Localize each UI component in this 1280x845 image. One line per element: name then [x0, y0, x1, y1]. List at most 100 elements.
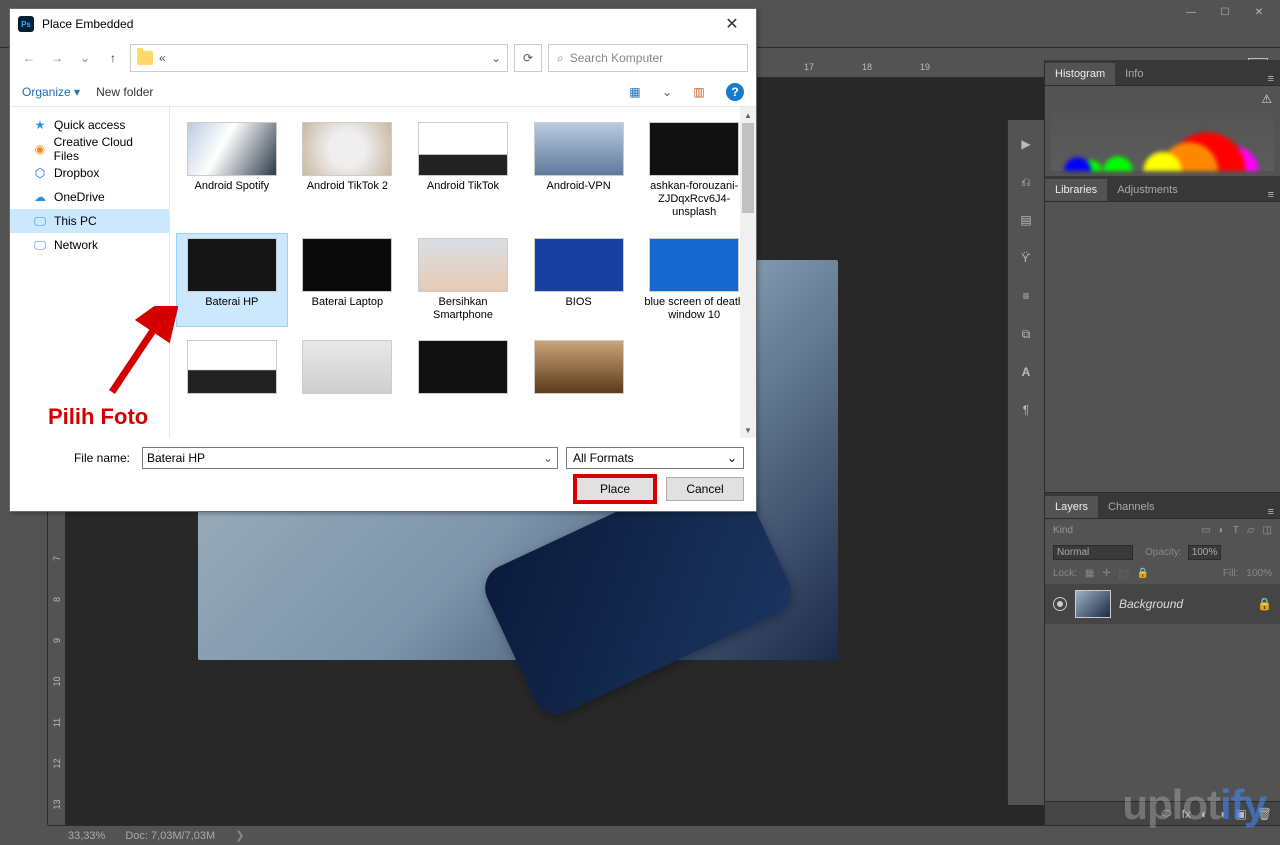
panel-menu-icon[interactable]: ≡ [1262, 506, 1280, 518]
tab-libraries[interactable]: Libraries [1045, 179, 1107, 201]
search-icon: ⌕ [557, 51, 564, 66]
tab-histogram[interactable]: Histogram [1045, 63, 1115, 85]
file-name: Android TikTok [427, 180, 499, 193]
refresh-button[interactable]: ⟳ [514, 44, 542, 72]
breadcrumb[interactable]: « [159, 51, 166, 65]
file-item[interactable]: Baterai Laptop [292, 233, 404, 327]
dialog-toolbar: Organize ▾ New folder ▦ ⌄ ▥ ? [10, 77, 756, 107]
file-item[interactable]: Baterai HP [176, 233, 288, 327]
recent-locations-button[interactable]: ⌄ [74, 47, 96, 69]
nav-item-creative-cloud-files[interactable]: ◉Creative Cloud Files [10, 137, 169, 161]
file-item[interactable]: Bersihkan Smartphone [407, 233, 519, 327]
tab-layers[interactable]: Layers [1045, 496, 1098, 518]
view-mode-icon[interactable]: ▦ [624, 83, 646, 101]
dialog-close-button[interactable]: ✕ [716, 10, 748, 38]
status-more-icon[interactable]: ❯ [235, 829, 244, 842]
tab-info[interactable]: Info [1115, 63, 1153, 85]
ruler-tick: 19 [896, 60, 954, 77]
nav-item-network[interactable]: 🖵Network [10, 233, 169, 257]
view-chevron-icon[interactable]: ⌄ [662, 85, 672, 99]
preview-pane-icon[interactable]: ▥ [688, 83, 710, 101]
tab-channels[interactable]: Channels [1098, 496, 1164, 518]
cancel-button[interactable]: Cancel [666, 477, 744, 501]
zoom-level[interactable]: 33,33% [68, 830, 105, 842]
swatches-icon[interactable]: ≡ [1014, 284, 1038, 308]
type-a-icon[interactable]: A [1014, 360, 1038, 384]
nav-item-dropbox[interactable]: ⬡Dropbox [10, 161, 169, 185]
histogram-panel-tabs: Histogram Info ≡ [1045, 60, 1280, 86]
maximize-button[interactable]: ☐ [1208, 0, 1242, 24]
play-icon[interactable]: ▶ [1014, 132, 1038, 156]
lock-all-icon[interactable]: 🔒 [1137, 568, 1149, 579]
dialog-navbar: ← → ⌄ ↑ « ⌄ ⟳ ⌕ Search Komputer [10, 39, 756, 77]
search-placeholder: Search Komputer [570, 51, 663, 65]
lock-position-icon[interactable]: ✛ [1102, 568, 1110, 579]
doc-size[interactable]: Doc: 7,03M/7,03M [125, 830, 215, 842]
file-item[interactable]: Android-VPN [523, 117, 635, 225]
panel-menu-icon[interactable]: ≡ [1262, 73, 1280, 85]
address-bar[interactable]: « ⌄ [130, 44, 508, 72]
file-item[interactable] [176, 335, 288, 403]
character-icon[interactable]: ⧉ [1014, 322, 1038, 346]
file-thumbnail [418, 122, 508, 176]
filter-shape-icon[interactable]: ▱ [1247, 525, 1255, 536]
organize-button[interactable]: Organize ▾ [22, 85, 80, 99]
file-item[interactable] [292, 335, 404, 403]
file-thumbnail [302, 122, 392, 176]
scroll-thumb[interactable] [742, 123, 754, 213]
filetype-filter[interactable]: All Formats⌄ [566, 447, 744, 469]
properties-icon[interactable]: ▤ [1014, 208, 1038, 232]
nav-item-onedrive[interactable]: ☁OneDrive [10, 185, 169, 209]
filter-type-icon[interactable]: T [1233, 525, 1239, 536]
filename-field[interactable]: Baterai HP ⌄ [142, 447, 558, 469]
paragraph-icon[interactable]: ¶ [1014, 398, 1038, 422]
filename-label: File name: [22, 451, 134, 465]
up-button[interactable]: ↑ [102, 47, 124, 69]
layers-panel-tabs: Layers Channels ≡ [1045, 493, 1280, 519]
brushes-icon[interactable]: ϔ [1014, 246, 1038, 270]
opacity-field[interactable]: 100% [1188, 545, 1222, 560]
tab-adjustments[interactable]: Adjustments [1107, 179, 1188, 201]
minimize-button[interactable]: — [1174, 0, 1208, 24]
filename-dropdown-icon[interactable]: ⌄ [543, 451, 553, 465]
fill-field[interactable]: 100% [1246, 568, 1272, 579]
close-button[interactable]: ✕ [1242, 0, 1276, 24]
scroll-up-icon[interactable]: ▲ [740, 107, 756, 123]
file-item[interactable]: ashkan-forouzani-ZJDqxRcv6J4-unsplash [638, 117, 750, 225]
history-icon[interactable]: ⎌ [1014, 170, 1038, 194]
file-item[interactable]: blue screen of death window 10 [638, 233, 750, 327]
file-item[interactable] [407, 335, 519, 403]
file-name: Android-VPN [546, 180, 610, 193]
navigation-pane: ★Quick access◉Creative Cloud Files⬡Dropb… [10, 107, 170, 438]
status-bar: 33,33% Doc: 7,03M/7,03M ❯ [48, 825, 1280, 845]
address-chevron-icon[interactable]: ⌄ [491, 51, 501, 65]
forward-button[interactable]: → [46, 47, 68, 69]
lock-pixels-icon[interactable]: ▦ [1085, 568, 1094, 579]
new-folder-button[interactable]: New folder [96, 85, 153, 99]
layer-row-background[interactable]: Background 🔒 [1045, 584, 1280, 624]
help-icon[interactable]: ? [726, 83, 744, 101]
nav-item-quick-access[interactable]: ★Quick access [10, 113, 169, 137]
blend-mode-select[interactable]: Normal [1053, 545, 1133, 560]
file-item[interactable]: Android TikTok [407, 117, 519, 225]
place-button[interactable]: Place [576, 477, 654, 501]
scrollbar[interactable]: ▲ ▼ [740, 107, 756, 438]
filter-smart-icon[interactable]: ◫ [1263, 525, 1272, 536]
nav-item-this-pc[interactable]: 🖵This PC [10, 209, 169, 233]
nav-label: Dropbox [54, 166, 99, 180]
file-thumbnail [534, 122, 624, 176]
scroll-down-icon[interactable]: ▼ [740, 422, 756, 438]
file-item[interactable] [523, 335, 635, 403]
filter-image-icon[interactable]: ▭ [1201, 525, 1210, 536]
ruler-tick: 10 [48, 673, 77, 690]
visibility-toggle-icon[interactable] [1053, 597, 1067, 611]
file-item[interactable]: BIOS [523, 233, 635, 327]
panel-menu-icon[interactable]: ≡ [1262, 189, 1280, 201]
back-button[interactable]: ← [18, 47, 40, 69]
file-item[interactable]: Android TikTok 2 [292, 117, 404, 225]
ruler-tick: 8 [48, 591, 77, 608]
lock-artboard-icon[interactable]: ⿴ [1119, 566, 1129, 581]
file-item[interactable]: Android Spotify [176, 117, 288, 225]
search-input[interactable]: ⌕ Search Komputer [548, 44, 748, 72]
filter-adjust-icon[interactable]: ◐ [1219, 525, 1225, 536]
